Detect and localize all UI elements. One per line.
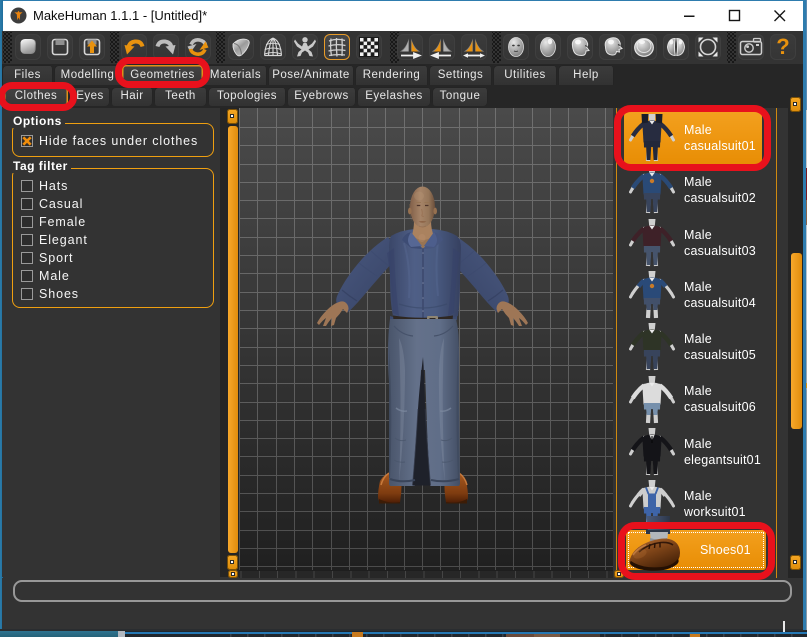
svg-text:?: ? [776,34,789,59]
